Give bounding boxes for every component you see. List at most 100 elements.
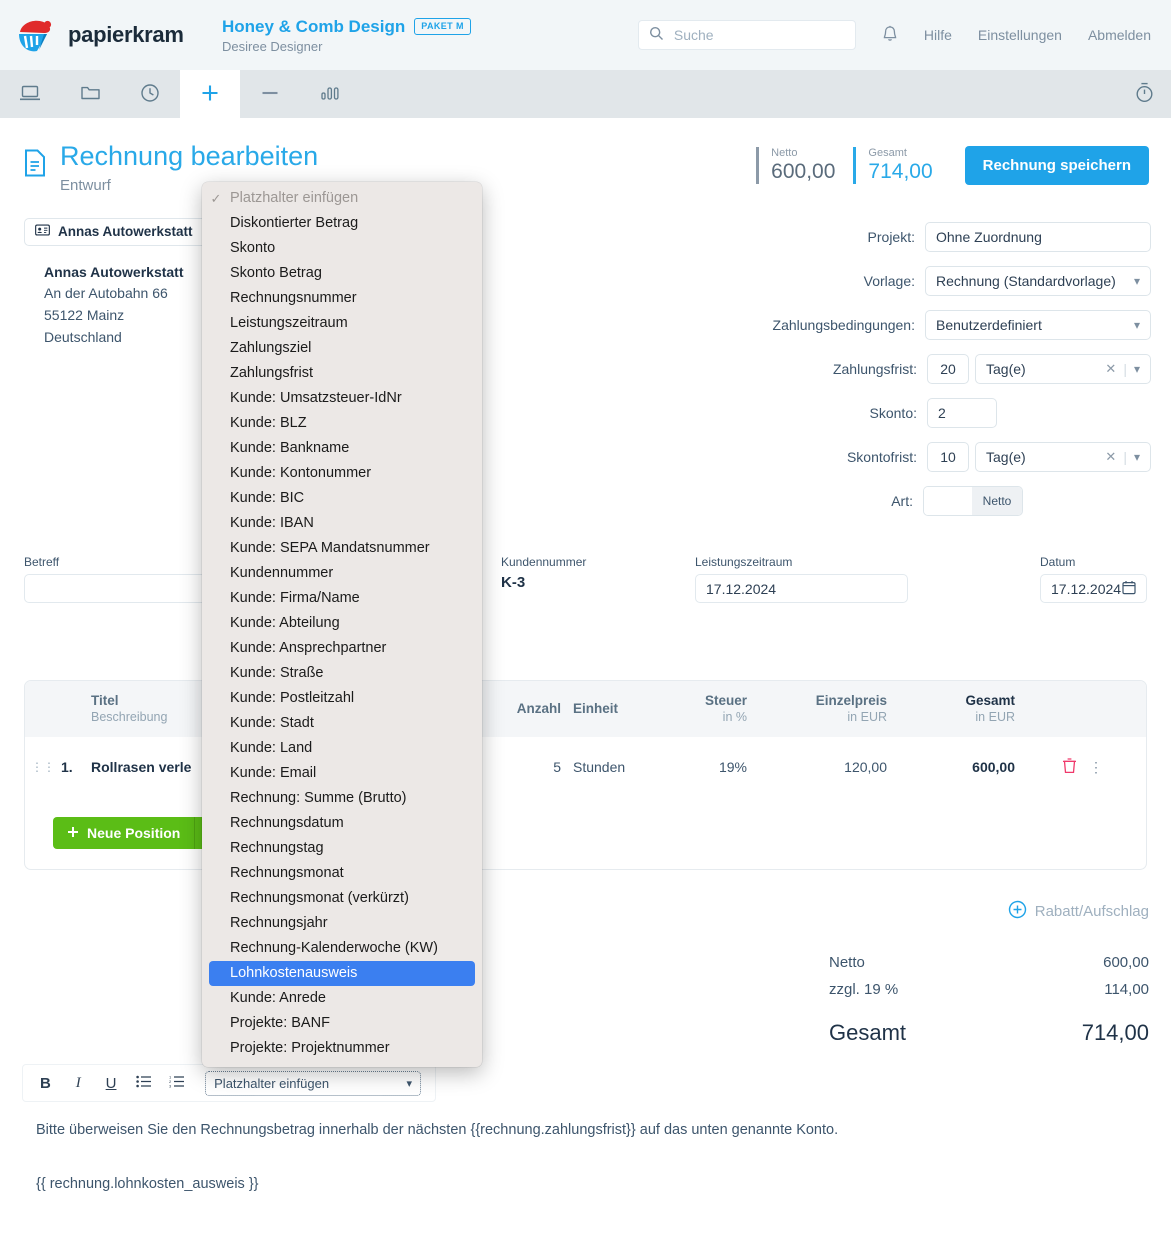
field-skonto: Skonto: 2 [745,398,1151,428]
add-discount-button[interactable]: Rabatt/Aufschlag [829,900,1149,923]
invoice-body-line-2[interactable]: {{ rechnung.lohnkosten_ausweis }} [36,1176,259,1192]
dropdown-item[interactable]: Rechnungsdatum [202,811,482,836]
dropdown-item[interactable]: Kunde: Email [202,761,482,786]
dropdown-item[interactable]: Skonto [202,236,482,261]
dropdown-item[interactable]: Lohnkostenausweis [209,961,475,986]
dropdown-item[interactable]: Kunde: Land [202,736,482,761]
kundennummer-value: K-3 [501,574,526,591]
nav-item-reports[interactable] [300,70,360,118]
dropdown-item[interactable]: Projekte: Projektnummer [202,1036,482,1061]
dropdown-item[interactable]: Skonto Betrag [202,261,482,286]
dropdown-item[interactable]: Zahlungsfrist [202,361,482,386]
dropdown-item[interactable]: Kunde: BLZ [202,411,482,436]
dropdown-item[interactable]: Kundennummer [202,561,482,586]
dropdown-item[interactable]: Kunde: Bankname [202,436,482,461]
plus-circle-icon [1008,900,1027,923]
zahlungsfrist-unit-select[interactable]: Tag(e) ✕ | ▾ [975,354,1151,384]
table-row[interactable]: ⋮⋮ 1. Rollrasen verle 5 Stunden 19% 120,… [25,737,1146,797]
line-items-table: Titel Beschreibung Anzahl Einheit Steuer… [24,680,1147,870]
row-einzelpreis[interactable]: 120,00 [747,759,887,775]
search-box[interactable] [637,20,856,50]
dropdown-item[interactable]: Kunde: Postleitzahl [202,686,482,711]
bell-icon[interactable] [882,25,898,46]
skontofrist-input[interactable]: 10 [927,442,969,472]
zahlungsbedingungen-select[interactable]: Benutzerdefiniert ▾ [925,310,1151,340]
field-art: Art: Netto [745,486,1151,516]
logo-wordmark: papierkram [68,22,184,47]
drag-handle-icon[interactable]: ⋮⋮ [25,760,61,774]
nav-item-expenses[interactable] [240,70,300,118]
add-position-button[interactable]: Neue Position [53,817,195,849]
bullet-list-button[interactable] [135,1075,152,1092]
save-invoice-button[interactable]: Rechnung speichern [964,146,1149,185]
search-input[interactable] [671,26,845,44]
summary-netto: Netto 600,00 [756,147,853,184]
placeholder-select[interactable]: Platzhalter einfügen ▾ [205,1070,422,1096]
datum-input[interactable]: 17.12.2024 [1040,574,1147,603]
row-menu-button[interactable]: ⋮ [1077,759,1115,776]
numbered-list-button[interactable]: 123 [168,1074,185,1092]
italic-button[interactable]: I [70,1075,87,1092]
art-option-netto[interactable]: Netto [972,487,1022,515]
zahlungsfrist-input[interactable]: 20 [927,354,969,384]
dropdown-item[interactable]: Kunde: Umsatzsteuer-IdNr [202,386,482,411]
help-link[interactable]: Hilfe [924,27,952,43]
dropdown-item[interactable]: Kunde: Abteilung [202,611,482,636]
dropdown-item[interactable]: Kunde: Ansprechpartner [202,636,482,661]
clear-icon[interactable]: ✕ [1105,449,1116,465]
dropdown-item[interactable]: Zahlungsziel [202,336,482,361]
vorlage-value: Rechnung (Standardvorlage) [936,273,1116,289]
dropdown-item[interactable]: Rechnungsnummer [202,286,482,311]
skonto-input[interactable]: 2 [927,398,997,428]
dropdown-item[interactable]: Kunde: Stadt [202,711,482,736]
art-option-brutto[interactable] [924,487,972,515]
delete-row-button[interactable] [1015,757,1077,777]
projekt-value: Ohne Zuordnung [936,229,1042,245]
vorlage-select[interactable]: Rechnung (Standardvorlage) ▾ [925,266,1151,296]
col-einzelpreis-sub: in EUR [847,709,887,724]
bold-button[interactable]: B [37,1075,54,1092]
dropdown-item[interactable]: Diskontierter Betrag [202,211,482,236]
dropdown-item[interactable]: Kunde: Firma/Name [202,586,482,611]
dropdown-item[interactable]: Kunde: Kontonummer [202,461,482,486]
invoice-body-line-1[interactable]: Bitte überweisen Sie den Rechnungsbetrag… [36,1122,838,1138]
underline-button[interactable]: U [103,1075,120,1092]
dropdown-item[interactable]: Leistungszeitraum [202,311,482,336]
logout-link[interactable]: Abmelden [1088,27,1151,43]
chevron-down-icon: ▾ [1133,318,1140,332]
skontofrist-unit-select[interactable]: Tag(e) ✕ | ▾ [975,442,1151,472]
dropdown-item[interactable]: Kunde: SEPA Mandatsnummer [202,536,482,561]
company-name[interactable]: Honey & Comb Design [222,17,405,37]
dropdown-item[interactable]: Kunde: BIC [202,486,482,511]
dropdown-item[interactable]: Rechnung: Summe (Brutto) [202,786,482,811]
dropdown-item[interactable]: Rechnung-Kalenderwoche (KW) [202,936,482,961]
stopwatch-icon[interactable] [1134,81,1155,107]
row-steuer[interactable]: 19% [639,759,747,775]
dropdown-item[interactable]: Rechnungstag [202,836,482,861]
dropdown-placeholder-item[interactable]: ✓ Platzhalter einfügen [202,186,482,211]
leistungszeitraum-input[interactable]: 17.12.2024 [695,574,908,603]
dropdown-item[interactable]: Kunde: Anrede [202,986,482,1011]
dropdown-item[interactable]: Kunde: IBAN [202,511,482,536]
dropdown-item[interactable]: Projekte: BANF [202,1011,482,1036]
dropdown-placeholder-label: Platzhalter einfügen [230,190,359,206]
clear-icon[interactable]: ✕ [1105,361,1116,377]
nav-item-time-tracking[interactable] [120,70,180,118]
dropdown-item[interactable]: Rechnungsjahr [202,911,482,936]
placeholder-dropdown-menu[interactable]: ✓ Platzhalter einfügen Diskontierter Bet… [202,182,482,1067]
row-einheit[interactable]: Stunden [561,759,639,775]
dropdown-item[interactable]: Kunde: Straße [202,661,482,686]
projekt-input[interactable]: Ohne Zuordnung [925,222,1151,252]
nav-item-dashboard[interactable] [0,70,60,118]
dropdown-item[interactable]: Rechnungsmonat [202,861,482,886]
app-logo[interactable]: papierkram [14,15,194,55]
art-toggle[interactable]: Netto [923,486,1023,516]
skonto-label: Skonto: [869,405,917,421]
totals-panel: Rabatt/Aufschlag Netto 600,00 zzgl. 19 %… [829,900,1149,1051]
row-anzahl[interactable]: 5 [475,759,561,775]
settings-link[interactable]: Einstellungen [978,27,1062,43]
dropdown-item[interactable]: Rechnungsmonat (verkürzt) [202,886,482,911]
nav-item-income[interactable] [180,70,240,118]
calendar-icon[interactable] [1122,580,1136,598]
nav-item-projects[interactable] [60,70,120,118]
